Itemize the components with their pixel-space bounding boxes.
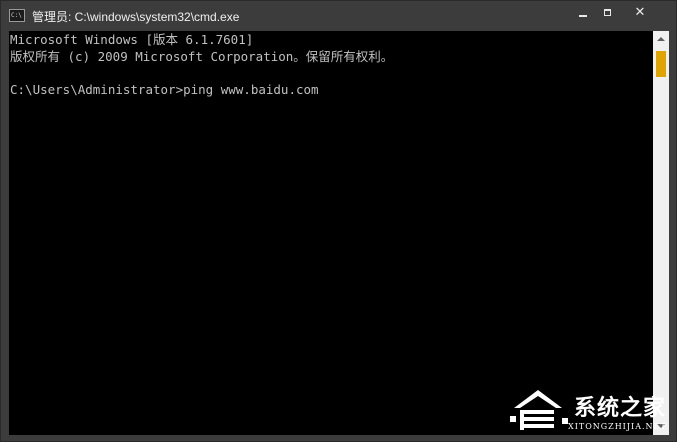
console-output[interactable]: Microsoft Windows [版本 6.1.7601] 版权所有 (c)… (9, 31, 653, 435)
scroll-thumb[interactable] (656, 51, 666, 77)
window-title: 管理员: C:\windows\system32\cmd.exe (32, 10, 240, 24)
scroll-up-button[interactable] (653, 31, 669, 48)
close-button[interactable]: ✕ (624, 1, 656, 27)
vertical-scrollbar[interactable] (653, 31, 669, 435)
title-bar[interactable]: C:\ 管理员: C:\windows\system32\cmd.exe ✕ (1, 1, 676, 31)
console-prompt-line: C:\Users\Administrator>ping www.baidu.co… (10, 82, 319, 97)
cmd-app-icon[interactable]: C:\ (9, 9, 25, 22)
maximize-button[interactable] (593, 1, 625, 27)
maximize-icon (604, 9, 611, 16)
close-icon: ✕ (634, 5, 646, 20)
cmd-window: C:\ 管理员: C:\windows\system32\cmd.exe ✕ M… (0, 0, 677, 442)
watermark-subtext: XITONGZHIJIA.NET (568, 422, 667, 431)
console-line: Microsoft Windows [版本 6.1.7601] (10, 32, 254, 47)
watermark-logo: 系统之家 XITONGZHIJIA.NET (506, 384, 676, 440)
minimize-icon (579, 15, 587, 17)
house-logo-icon (510, 390, 568, 430)
watermark-text: 系统之家 (574, 396, 667, 421)
console-line: 版权所有 (c) 2009 Microsoft Corporation。保留所有… (10, 49, 394, 64)
arrow-up-icon (657, 37, 665, 41)
